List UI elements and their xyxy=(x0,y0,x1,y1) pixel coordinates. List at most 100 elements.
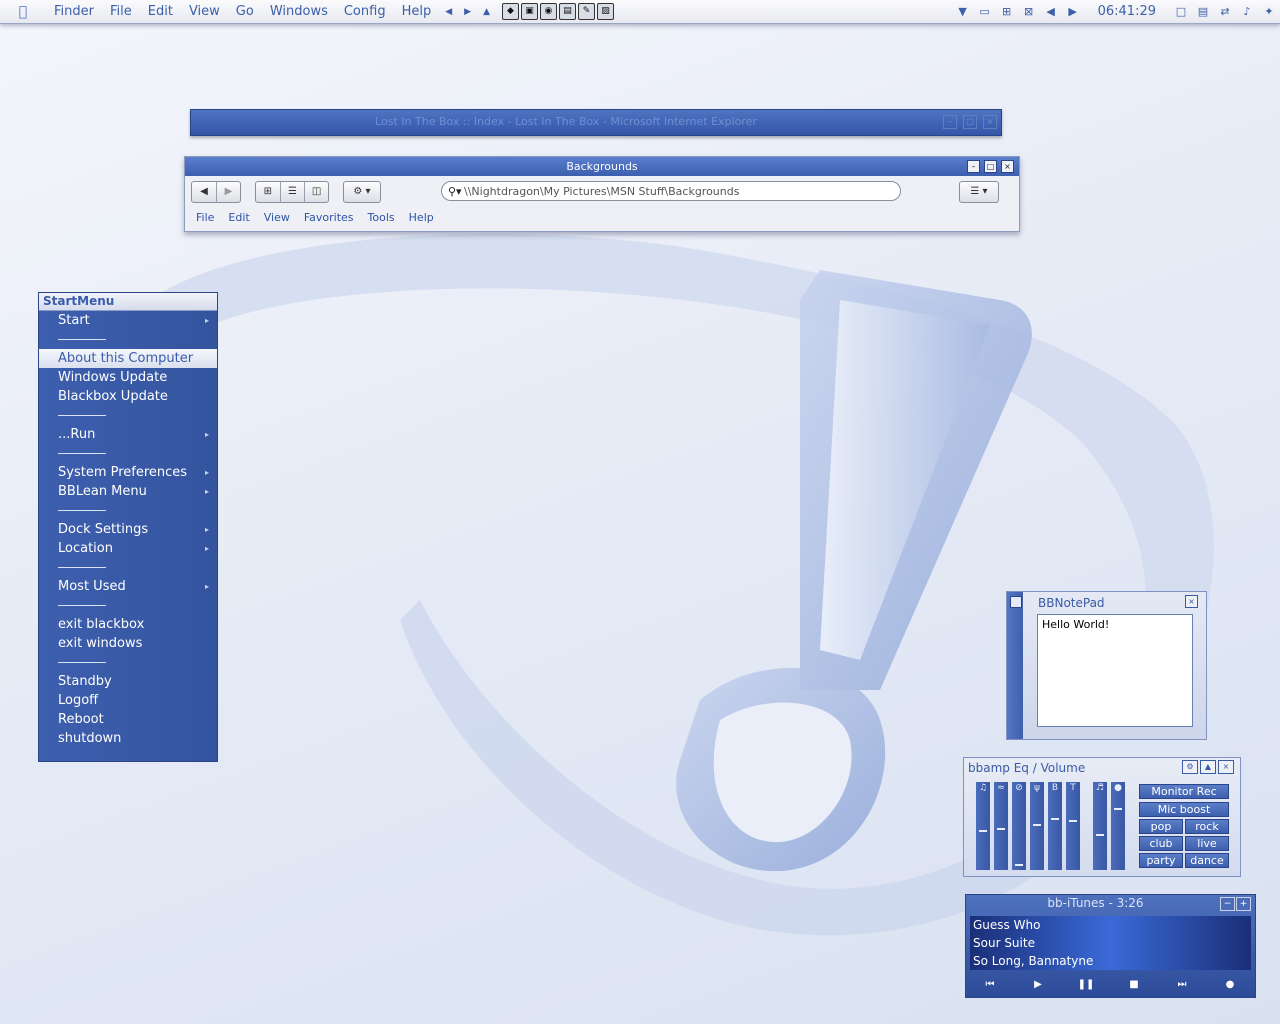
record-icon[interactable]: ● xyxy=(1220,978,1240,992)
app-icon-5[interactable]: ✎ xyxy=(577,3,595,20)
slider-handle[interactable] xyxy=(1033,824,1041,826)
app-icon-4[interactable]: ▤ xyxy=(558,3,576,20)
start-menu-item[interactable]: Start ▸ xyxy=(39,311,217,330)
close-icon[interactable]: × xyxy=(1001,160,1014,173)
maximize-icon[interactable]: ⊞ xyxy=(996,5,1018,18)
icon-view-icon[interactable]: ⊞ xyxy=(256,182,281,202)
slider-handle[interactable] xyxy=(1069,820,1077,822)
start-menu-item[interactable]: Standby xyxy=(39,672,217,691)
start-menu-item[interactable]: ...Run ▸ xyxy=(39,425,217,444)
options-dropdown[interactable]: ☰ ▾ xyxy=(959,181,999,203)
settings-icon[interactable]: ⚙ xyxy=(1182,760,1198,774)
app-icon-3[interactable]: ◉ xyxy=(539,3,557,20)
start-menu-item[interactable]: exit windows xyxy=(39,634,217,653)
menu-file[interactable]: File xyxy=(102,4,140,19)
slider-handle[interactable] xyxy=(1096,834,1104,836)
close-icon[interactable]: × xyxy=(1218,760,1234,774)
menu-view[interactable]: View xyxy=(181,4,228,19)
slider-handle[interactable] xyxy=(1051,818,1059,820)
preset-pop-button[interactable]: pop xyxy=(1139,819,1183,834)
slider-handle[interactable] xyxy=(1015,864,1023,866)
window-icon[interactable]: □ xyxy=(1170,5,1192,18)
notepad-textarea[interactable]: Hello World! xyxy=(1037,614,1193,727)
menu-view[interactable]: View xyxy=(257,211,297,224)
apple-icon[interactable]:  xyxy=(0,4,46,20)
next-icon[interactable]: ⏭ xyxy=(1172,978,1192,992)
preset-live-button[interactable]: live xyxy=(1185,836,1229,851)
volume-icon[interactable]: ♪ xyxy=(1236,5,1258,18)
start-menu-item[interactable]: Dock Settings ▸ xyxy=(39,520,217,539)
track-current[interactable]: Sour Suite xyxy=(970,934,1251,952)
maximize-icon[interactable]: □ xyxy=(984,160,997,173)
action-button[interactable]: ⚙ ▾ xyxy=(343,181,381,203)
minimize-icon[interactable]: – xyxy=(943,115,957,129)
ie-window-titlebar[interactable]: Lost In The Box :: Index - Lost In The B… xyxy=(190,109,1002,136)
preset-party-button[interactable]: party xyxy=(1139,853,1183,868)
forward-button[interactable]: ▶ xyxy=(217,182,240,202)
address-field[interactable]: ⚲▾ \\Nightdragon\My Pictures\MSN Stuff\B… xyxy=(441,181,901,201)
close-icon[interactable]: × xyxy=(1185,595,1198,608)
menu-edit[interactable]: Edit xyxy=(221,211,256,224)
next-workspace-icon[interactable]: ▶ xyxy=(1062,5,1084,18)
eq-slider-1[interactable]: ♫ xyxy=(976,782,990,870)
start-menu-item[interactable]: About this Computer xyxy=(39,349,217,368)
display-icon[interactable]: ▤ xyxy=(1192,5,1214,18)
slider-handle[interactable] xyxy=(979,830,987,832)
mic-boost-button[interactable]: Mic boost xyxy=(1139,802,1229,817)
eq-slider-treble[interactable]: T xyxy=(1066,782,1080,870)
preset-rock-button[interactable]: rock xyxy=(1185,819,1229,834)
app-icon-6[interactable]: ▨ xyxy=(596,3,614,20)
arrow-right-icon[interactable]: ▶ xyxy=(458,7,477,17)
start-menu-item[interactable]: Blackbox Update xyxy=(39,387,217,406)
maximize-icon[interactable]: □ xyxy=(963,115,977,129)
menu-edit[interactable]: Edit xyxy=(140,4,181,19)
network-icon[interactable]: ⇄ xyxy=(1214,5,1236,18)
menu-windows[interactable]: Windows xyxy=(262,4,336,19)
prev-workspace-icon[interactable]: ◀ xyxy=(1040,5,1062,18)
column-view-icon[interactable]: ◫ xyxy=(305,182,328,202)
arrow-up-icon[interactable]: ▲ xyxy=(477,7,496,17)
play-icon[interactable]: ▶ xyxy=(1028,978,1048,992)
arrow-left-icon[interactable]: ◀ xyxy=(439,7,458,17)
menu-help[interactable]: Help xyxy=(394,4,440,19)
app-icon-1[interactable]: ◆ xyxy=(501,3,519,20)
previous-icon[interactable]: ⏮ xyxy=(980,978,1000,992)
menu-file[interactable]: File xyxy=(189,211,221,224)
eq-slider-3[interactable]: ⊘ xyxy=(1012,782,1026,870)
menu-go[interactable]: Go xyxy=(228,4,262,19)
menu-favorites[interactable]: Favorites xyxy=(297,211,361,224)
start-menu-item[interactable]: Logoff xyxy=(39,691,217,710)
slider-handle[interactable] xyxy=(1114,808,1122,810)
menu-help[interactable]: Help xyxy=(402,211,441,224)
app-icon-2[interactable]: ▣ xyxy=(520,3,538,20)
collapse-icon[interactable]: ▲ xyxy=(1200,760,1216,774)
chevron-down-icon[interactable]: ▼ xyxy=(952,5,974,18)
eq-slider-4[interactable]: ψ xyxy=(1030,782,1044,870)
preset-dance-button[interactable]: dance xyxy=(1185,853,1229,868)
start-menu-item[interactable]: BBLean Menu ▸ xyxy=(39,482,217,501)
close-icon[interactable]: ⊠ xyxy=(1018,5,1040,18)
slider-handle[interactable] xyxy=(997,828,1005,830)
eq-slider-2[interactable]: ≈ xyxy=(994,782,1008,870)
minimize-icon[interactable]: ▭ xyxy=(974,5,996,18)
menu-finder[interactable]: Finder xyxy=(46,4,102,19)
start-menu-item[interactable]: exit blackbox xyxy=(39,615,217,634)
notepad-menu-button[interactable] xyxy=(1010,596,1022,608)
list-view-icon[interactable]: ☰ xyxy=(281,182,306,202)
start-menu-item[interactable]: System Preferences ▸ xyxy=(39,463,217,482)
eq-slider-bass[interactable]: B xyxy=(1048,782,1062,870)
settings-icon[interactable]: ✦ xyxy=(1258,5,1280,18)
mic-volume-slider[interactable]: ● xyxy=(1111,782,1125,870)
monitor-rec-button[interactable]: Monitor Rec xyxy=(1139,784,1229,799)
start-menu-item[interactable]: shutdown xyxy=(39,729,217,748)
start-menu-item[interactable]: Windows Update xyxy=(39,368,217,387)
close-icon[interactable]: × xyxy=(983,115,997,129)
volume-slider[interactable]: ♬ xyxy=(1093,782,1107,870)
menu-config[interactable]: Config xyxy=(336,4,394,19)
track-next[interactable]: So Long, Bannatyne xyxy=(970,952,1251,970)
pause-icon[interactable]: ❚❚ xyxy=(1076,978,1096,992)
menu-tools[interactable]: Tools xyxy=(361,211,402,224)
minimize-icon[interactable]: – xyxy=(967,160,980,173)
stop-icon[interactable]: ■ xyxy=(1124,978,1144,992)
start-menu-item[interactable]: Location ▸ xyxy=(39,539,217,558)
